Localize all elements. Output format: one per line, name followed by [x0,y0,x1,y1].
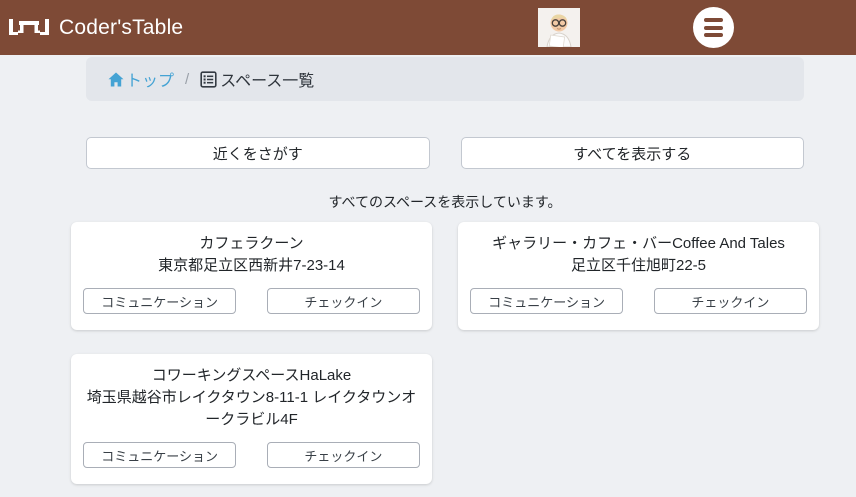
brand-title: Coder'sTable [59,16,183,40]
breadcrumb-home-label: トップ [126,67,174,91]
space-address: 足立区千住旭町22-5 [470,255,807,277]
hamburger-icon [704,33,723,37]
hamburger-icon [704,18,723,22]
space-name: カフェラクーン [83,233,420,255]
list-icon [200,71,217,88]
communication-button[interactable]: コミュニケーション [470,288,623,314]
table-logo-icon [8,14,50,42]
space-name: ギャラリー・カフェ・バーCoffee And Tales [470,233,807,255]
space-card: ギャラリー・カフェ・バーCoffee And Tales足立区千住旭町22-5 コ… [458,222,819,330]
search-nearby-button[interactable]: 近くをさがす [86,137,430,169]
status-message: すべてのスペースを表示しています。 [86,192,804,212]
checkin-button[interactable]: チェックイン [654,288,807,314]
space-card-actions: コミュニケーション チェックイン [83,288,420,314]
filter-actions: 近くをさがす すべてを表示する [86,137,804,169]
space-card-actions: コミュニケーション チェックイン [83,442,420,468]
space-card: コワーキングスペースHaLake埼玉県越谷市レイクタウン8-11-1 レイクタウ… [71,354,432,484]
show-all-button[interactable]: すべてを表示する [461,137,805,169]
breadcrumb-current: スペース一覧 [200,67,314,91]
breadcrumb-home-link[interactable]: トップ [108,67,174,91]
communication-button[interactable]: コミュニケーション [83,288,236,314]
hamburger-icon [704,26,723,30]
space-card: カフェラクーン東京都足立区西新井7-23-14 コミュニケーション チェックイン [71,222,432,330]
space-list: カフェラクーン東京都足立区西新井7-23-14コミュニケーションチェックインギャ… [71,222,819,484]
space-card-actions: コミュニケーション チェックイン [470,288,807,314]
checkin-button[interactable]: チェックイン [267,288,420,314]
hamburger-menu-button[interactable] [693,7,734,48]
space-address: 埼玉県越谷市レイクタウン8-11-1 レイクタウンオークラビル4F [83,387,420,431]
top-navbar: Coder'sTable [0,0,856,55]
space-name: コワーキングスペースHaLake [83,365,420,387]
brand-logo-link[interactable]: Coder'sTable [8,0,183,55]
user-avatar[interactable] [538,8,580,47]
communication-button[interactable]: コミュニケーション [83,442,236,468]
breadcrumb-current-label: スペース一覧 [220,67,314,91]
breadcrumb-separator: / [185,71,189,88]
space-address: 東京都足立区西新井7-23-14 [83,255,420,277]
checkin-button[interactable]: チェックイン [267,442,420,468]
breadcrumb: トップ / スペース一覧 [86,57,804,101]
home-icon [108,72,124,87]
